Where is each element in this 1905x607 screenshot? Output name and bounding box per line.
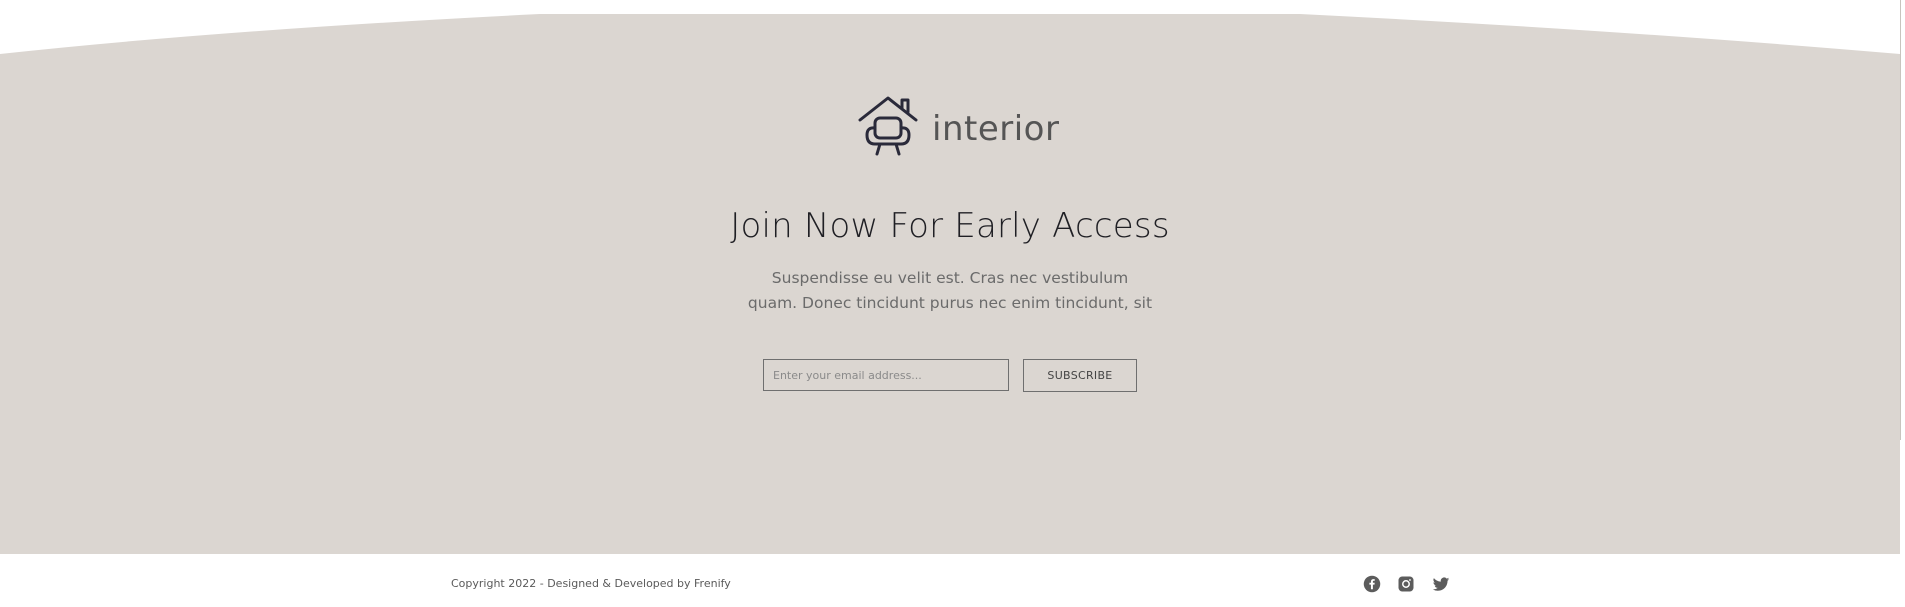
brand-logo[interactable]: interior — [858, 94, 1098, 164]
email-input[interactable] — [763, 359, 1009, 391]
brand-name: interior — [932, 109, 1060, 149]
description-line-2: quam. Donec tincidunt purus nec enim tin… — [747, 294, 1153, 312]
subscribe-button[interactable]: SUBSCRIBE — [1023, 359, 1137, 392]
description: Suspendisse eu velit est. Cras nec vesti… — [740, 266, 1160, 316]
page-scrollbar-edge — [1900, 0, 1901, 440]
footer: Copyright 2022 - Designed & Developed by… — [0, 554, 1905, 607]
copyright-text: Copyright 2022 - Designed & Developed by… — [451, 577, 731, 590]
page-title: Join Now For Early Access — [730, 206, 1170, 246]
facebook-icon[interactable] — [1363, 575, 1381, 593]
instagram-icon[interactable] — [1397, 575, 1415, 593]
page: interior Join Now For Early Access Suspe… — [0, 0, 1905, 607]
description-line-1: Suspendisse eu velit est. Cras nec vesti… — [771, 269, 1129, 287]
house-armchair-icon — [858, 92, 918, 166]
twitter-icon[interactable] — [1432, 575, 1450, 593]
